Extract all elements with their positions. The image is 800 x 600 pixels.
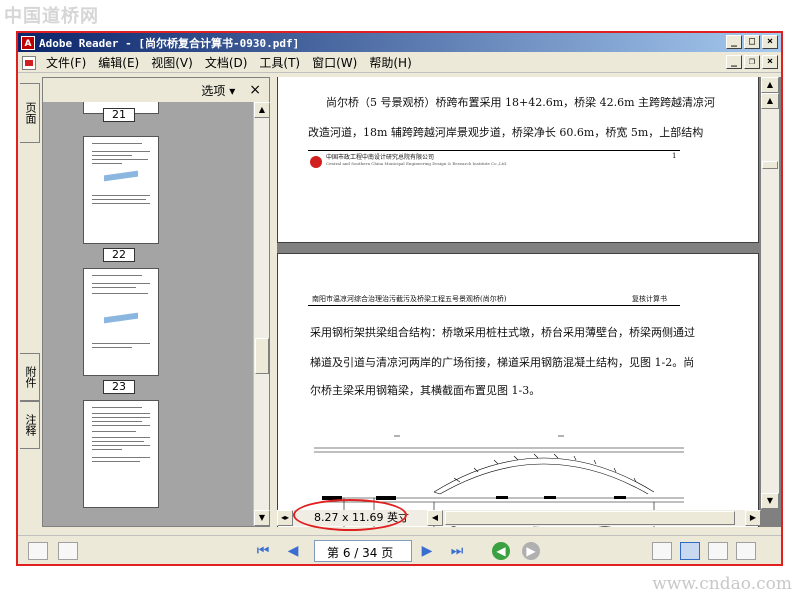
footer-company-en: Central and Southern China Municipal Eng… <box>326 161 508 166</box>
last-page-icon[interactable]: ⏭ <box>448 543 466 559</box>
close-button[interactable]: × <box>762 35 778 49</box>
highlight-annotation <box>293 499 407 531</box>
page-text-line: 采用钢桁架拱梁组合结构：桥墩采用桩柱式墩，桥台采用薄壁台，桥梁两侧通过 <box>310 326 695 339</box>
thumbnail-scrollbar[interactable]: ▲ ▼ <box>253 102 270 526</box>
document-view[interactable]: 尚尔桥（5 号景观桥）桥跨布置采用 18+42.6m，桥梁 42.6m 主跨跨越… <box>277 77 781 527</box>
tab-comments[interactable]: 注释 <box>20 401 40 449</box>
facing-icon[interactable] <box>736 542 756 560</box>
page-number: 1 <box>672 152 677 160</box>
menu-tools[interactable]: 工具(T) <box>253 54 306 71</box>
scrollbar-thumb[interactable] <box>255 338 269 374</box>
scroll-down-icon[interactable]: ▼ <box>254 510 270 526</box>
menu-file[interactable]: 文件(F) <box>40 54 92 71</box>
thumbnail-list[interactable]: 21 22 23 <box>43 102 255 526</box>
options-label: 选项 <box>201 83 226 98</box>
menu-document[interactable]: 文档(D) <box>199 54 254 71</box>
options-menu[interactable]: 选项 ▾ <box>201 82 235 99</box>
maximize-button[interactable]: □ <box>744 35 760 49</box>
menu-window[interactable]: 窗口(W) <box>306 54 363 71</box>
minimize-button[interactable]: _ <box>726 35 742 49</box>
document-vertical-scrollbar[interactable]: ▲ ▲ ▼ <box>761 77 779 509</box>
thumbnail-page-22[interactable] <box>83 268 159 376</box>
status-bar: ⏮ ◀ 第 6 / 34 页 ▶ ⏭ ◀ ▶ <box>18 535 781 564</box>
thumbnail-label: 22 <box>103 248 135 262</box>
thumbnail-label: 21 <box>103 108 135 122</box>
thumbnail-header: 选项 ▾ × <box>43 78 269 102</box>
watermark-bottom: www.cndao.com <box>652 574 792 594</box>
adobe-reader-icon: A <box>21 35 35 50</box>
doc-minimize-button[interactable]: _ <box>726 55 742 69</box>
continuous-facing-icon[interactable] <box>708 542 728 560</box>
next-page-icon[interactable]: ▶ <box>418 543 436 559</box>
menu-edit[interactable]: 编辑(E) <box>92 54 145 71</box>
first-page-icon[interactable]: ⏮ <box>254 543 272 559</box>
chevron-down-icon: ▾ <box>229 83 236 98</box>
title-bar: A Adobe Reader - [尚尔桥复合计算书-0930.pdf] _ □… <box>18 33 781 52</box>
reader-window: A Adobe Reader - [尚尔桥复合计算书-0930.pdf] _ □… <box>16 31 783 566</box>
window-title: Adobe Reader - [尚尔桥复合计算书-0930.pdf] <box>39 36 300 50</box>
thumbnail-page-24[interactable] <box>83 400 159 508</box>
thumbnail-page-21[interactable] <box>83 136 159 244</box>
scroll-page-up-icon[interactable]: ▲ <box>761 93 779 109</box>
window-icon[interactable] <box>58 542 78 560</box>
doc-restore-button[interactable]: ❐ <box>744 55 760 69</box>
pdf-page-current: 南阳市温凉河综合治理治污截污及桥梁工程五号景观桥(尚尔桥) 复核计算书 采用钢桁… <box>277 253 759 527</box>
close-icon[interactable]: × <box>249 82 261 98</box>
scroll-down-icon[interactable]: ▼ <box>761 493 779 509</box>
pdf-page-top: 尚尔桥（5 号景观桥）桥跨布置采用 18+42.6m，桥梁 42.6m 主跨跨越… <box>277 77 759 243</box>
page-text-line: 改造河道，18m 辅跨跨越河岸景观步道，桥梁净长 60.6m，桥宽 5m，上部结… <box>308 126 704 139</box>
scroll-up-icon[interactable]: ▲ <box>254 102 270 118</box>
continuous-icon[interactable] <box>680 542 700 560</box>
thumbnail-panel: 选项 ▾ × 21 22 23 ▲ ▼ <box>42 77 270 527</box>
go-forward-icon[interactable]: ▶ <box>522 542 540 560</box>
scroll-left-icon[interactable]: ◀ <box>427 510 443 526</box>
doc-close-button[interactable]: × <box>762 55 778 69</box>
scroll-right-icon[interactable]: ▶ <box>745 510 761 526</box>
scrollbar-thumb[interactable] <box>762 161 778 169</box>
footer-company-cn: 中国市政工程中南设计研究总院有限公司 <box>326 154 435 161</box>
scroll-up-icon[interactable]: ▲ <box>761 77 779 93</box>
menu-view[interactable]: 视图(V) <box>145 54 199 71</box>
page-number-field[interactable]: 第 6 / 34 页 <box>314 540 412 562</box>
scrollbar-thumb[interactable] <box>445 511 735 525</box>
monitor-icon[interactable] <box>28 542 48 560</box>
document-window-controls: _ ❐ × <box>726 55 778 69</box>
prev-page-icon[interactable]: ◀ <box>284 543 302 559</box>
page-header-left: 南阳市温凉河综合治理治污截污及桥梁工程五号景观桥(尚尔桥) <box>312 295 507 303</box>
tab-attachments[interactable]: 附件 <box>20 353 40 401</box>
tab-pages[interactable]: 页面 <box>20 83 40 143</box>
page-text-line: 尚尔桥（5 号景观桥）桥跨布置采用 18+42.6m，桥梁 42.6m 主跨跨越… <box>326 96 716 109</box>
window-controls: _ □ × <box>726 35 778 49</box>
menu-help[interactable]: 帮助(H) <box>363 54 417 71</box>
document-icon[interactable] <box>22 55 36 70</box>
menu-bar: 文件(F) 编辑(E) 视图(V) 文档(D) 工具(T) 窗口(W) 帮助(H… <box>18 53 781 73</box>
page-text-line: 梯道及引道与清凉河两岸的广场衔接，梯道采用钢筋混凝土结构，见图 1-2。尚 <box>310 356 695 369</box>
company-logo-icon <box>310 156 322 168</box>
navigation-tabs: 页面 附件 注释 <box>20 83 40 523</box>
single-page-icon[interactable] <box>652 542 672 560</box>
go-back-icon[interactable]: ◀ <box>492 542 510 560</box>
watermark-top: 中国道桥网 <box>4 6 99 27</box>
page-header-right: 复核计算书 <box>632 295 667 303</box>
thumbnail-label: 23 <box>103 380 135 394</box>
page-size-toggle-icon[interactable]: ◂▸ <box>277 510 293 526</box>
page-text-line: 尔桥主梁采用钢箱梁，其横截面布置见图 1-3。 <box>310 384 541 397</box>
